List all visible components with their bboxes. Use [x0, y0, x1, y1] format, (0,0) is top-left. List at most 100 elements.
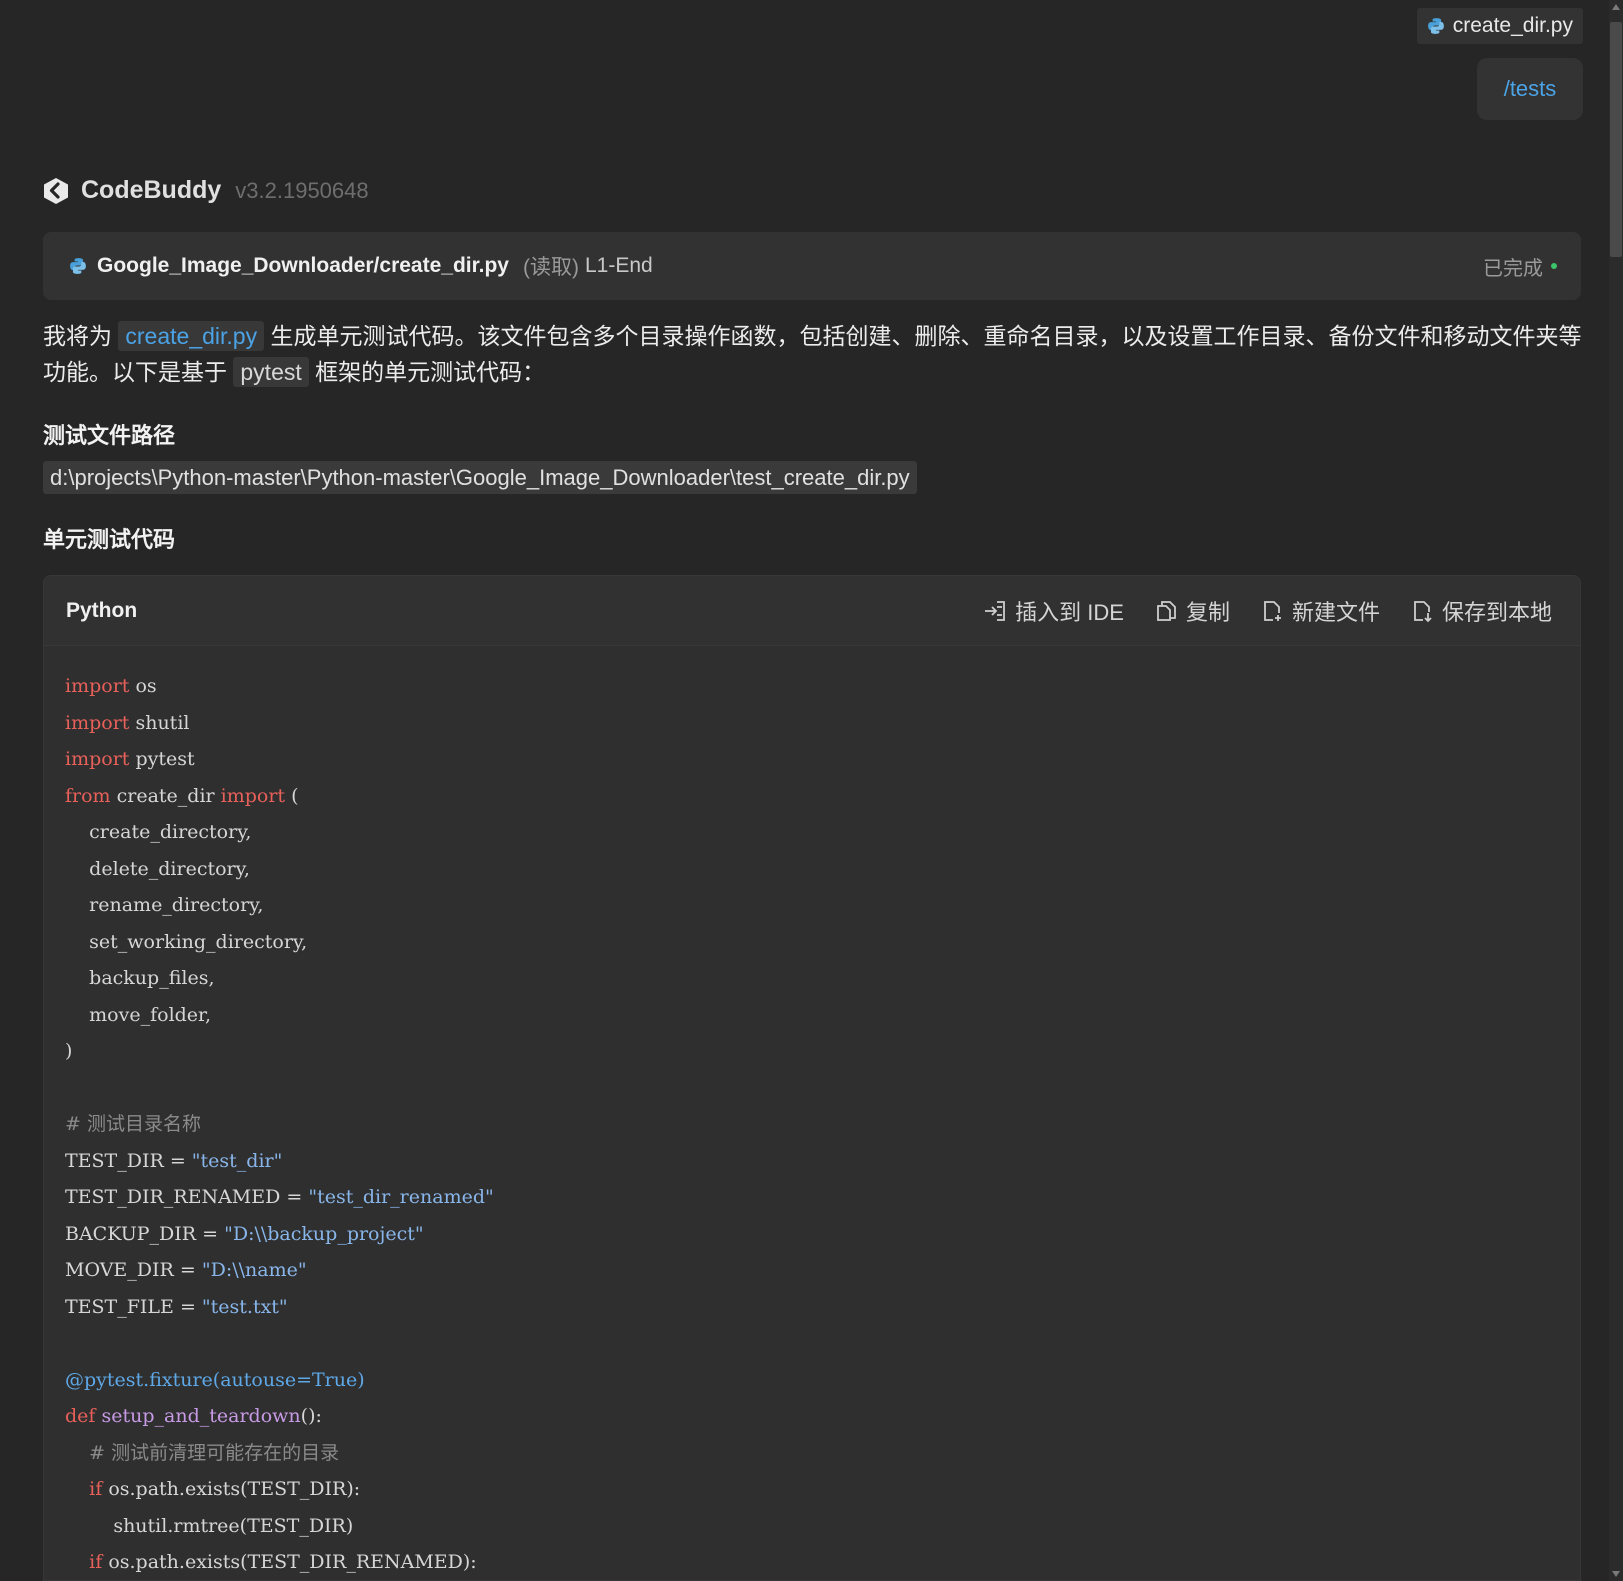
code-line: # 测试前清理可能存在的目录 — [65, 1435, 1580, 1472]
code-token: # 测试目录名称 — [65, 1113, 201, 1135]
code-token: os.path.exists(TEST_DIR_RENAMED): — [102, 1551, 477, 1573]
assistant-header: CodeBuddy v3.2.1950648 — [43, 176, 369, 205]
intro-text-1: 我将为 — [43, 323, 112, 349]
code-token: pytest — [129, 748, 195, 770]
code-line: TEST_DIR = "test_dir" — [65, 1143, 1580, 1180]
code-token: "test_dir" — [191, 1149, 283, 1172]
attached-file-name: create_dir.py — [1452, 14, 1573, 37]
scrollbar-thumb[interactable] — [1610, 22, 1622, 257]
test-path-heading: 测试文件路径 — [43, 423, 176, 448]
step-status: 已完成 — [1483, 252, 1557, 281]
code-line: BACKUP_DIR = "D:\\backup_project" — [65, 1216, 1580, 1253]
code-token: ) — [65, 1040, 73, 1062]
code-token: MOVE_DIR = — [65, 1259, 202, 1281]
code-line: delete_directory, — [65, 851, 1580, 888]
code-line: ) — [65, 1033, 1580, 1070]
code-token: if — [89, 1478, 103, 1500]
read-file-path[interactable]: Google_Image_Downloader/create_dir.py — [97, 254, 509, 278]
code-line: set_working_directory, — [65, 924, 1580, 961]
code-line: create_directory, — [65, 814, 1580, 851]
insert-to-ide-label: 插入到 IDE — [1015, 599, 1124, 625]
code-token: def — [65, 1405, 96, 1427]
save-local-button[interactable]: 保存到本地 — [1410, 595, 1552, 627]
code-token: create_directory, — [65, 821, 252, 843]
code-line: from create_dir import ( — [65, 778, 1580, 815]
code-line: shutil.rmtree(TEST_DIR) — [65, 1508, 1580, 1545]
code-token: os.path.exists(TEST_DIR): — [102, 1478, 361, 1500]
code-token: set_working_directory, — [65, 930, 308, 953]
insert-to-ide-button[interactable]: 插入到 IDE — [983, 595, 1124, 627]
code-token: "D:\\backup_project" — [224, 1222, 424, 1245]
assistant-name: CodeBuddy — [81, 176, 222, 204]
slash-command[interactable]: /tests — [1504, 76, 1557, 102]
status-dot-icon — [1551, 263, 1557, 269]
code-line: move_folder, — [65, 997, 1580, 1034]
code-line: if os.path.exists(TEST_DIR_RENAMED): — [65, 1544, 1580, 1580]
new-file-label: 新建文件 — [1291, 599, 1380, 625]
codebuddy-logo-icon — [44, 177, 68, 204]
code-token: shutil.rmtree(TEST_DIR) — [65, 1514, 354, 1537]
code-token: # 测试前清理可能存在的目录 — [65, 1441, 340, 1464]
attached-file-chip[interactable]: create_dir.py — [1416, 8, 1583, 44]
code-token: import — [65, 748, 130, 770]
user-message-bubble: /tests — [1477, 58, 1583, 120]
scroll-up-arrow-icon[interactable] — [1612, 4, 1620, 10]
code-token: ( — [285, 784, 299, 807]
file-link[interactable]: create_dir.py — [118, 321, 265, 351]
save-file-icon — [1414, 600, 1432, 622]
code-token: rename_directory, — [65, 894, 264, 916]
code-token: "D:\\name" — [201, 1259, 307, 1281]
copy-icon — [1157, 600, 1176, 621]
code-line: backup_files, — [65, 960, 1580, 997]
status-text: 已完成 — [1483, 257, 1543, 280]
code-token: import — [65, 675, 130, 697]
code-token: TEST_DIR_RENAMED = — [65, 1186, 309, 1208]
python-file-icon — [70, 258, 86, 274]
framework-inline-code: pytest — [233, 357, 309, 387]
read-mode-label: (读取) — [522, 256, 579, 279]
code-token: (): — [300, 1405, 322, 1427]
code-line: import pytest — [65, 741, 1580, 778]
intro-text-3: 框架的单元测试代码： — [315, 359, 546, 385]
code-line: # 测试目录名称 — [65, 1106, 1580, 1143]
code-line: if os.path.exists(TEST_DIR): — [65, 1471, 1580, 1508]
code-actions: 插入到 IDE 复制 新建文件 保存到本地 — [983, 595, 1552, 627]
code-line: TEST_DIR_RENAMED = "test_dir_renamed" — [65, 1179, 1580, 1216]
file-read-step[interactable]: Google_Image_Downloader/create_dir.py (读… — [43, 232, 1581, 300]
code-token: "test_dir_renamed" — [308, 1186, 494, 1208]
code-token: from — [65, 784, 111, 807]
assistant-intro-paragraph: 我将为 create_dir.py 生成单元测试代码。该文件包含多个目录操作函数… — [43, 318, 1583, 390]
code-token: backup_files, — [65, 967, 215, 989]
new-file-button[interactable]: 新建文件 — [1260, 595, 1380, 627]
code-line: MOVE_DIR = "D:\\name" — [65, 1252, 1580, 1289]
code-language-label: Python — [66, 598, 138, 622]
code-content[interactable]: import os import shutil import pytest from … — [44, 646, 1580, 1580]
save-local-label: 保存到本地 — [1441, 599, 1552, 625]
copy-label: 复制 — [1185, 599, 1230, 625]
code-block: Python 插入到 IDE 复制 新建文件 保存到本地 import os i… — [43, 575, 1581, 1581]
python-file-icon — [1427, 18, 1444, 34]
code-token: @pytest.fixture(autouse=True) — [65, 1368, 365, 1391]
copy-button[interactable]: 复制 — [1154, 595, 1230, 627]
code-token: TEST_DIR = — [65, 1149, 192, 1172]
code-token: TEST_FILE = — [65, 1295, 202, 1318]
code-token: create_dir — [110, 784, 221, 807]
code-token: shutil — [129, 711, 190, 734]
assistant-version: v3.2.1950648 — [235, 177, 369, 203]
code-token: import — [65, 711, 130, 734]
code-token: BACKUP_DIR = — [65, 1222, 225, 1245]
scrollbar[interactable] — [1609, 0, 1623, 1581]
code-line: import shutil — [65, 705, 1580, 742]
code-token: delete_directory, — [65, 857, 250, 880]
scroll-down-arrow-icon[interactable] — [1612, 1571, 1620, 1577]
code-line: import os — [65, 668, 1580, 705]
code-line: def setup_and_teardown(): — [65, 1398, 1580, 1435]
code-token: import — [220, 784, 286, 807]
new-file-icon — [1264, 600, 1281, 621]
insert-icon — [985, 600, 1006, 621]
code-token: os — [129, 675, 157, 697]
